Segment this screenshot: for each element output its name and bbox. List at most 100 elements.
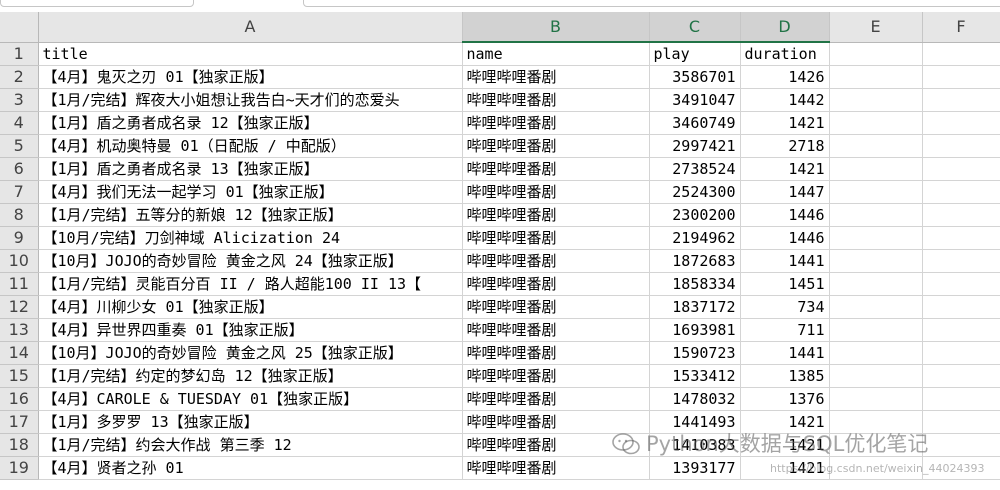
- row-header[interactable]: 8: [0, 203, 39, 227]
- select-all-corner[interactable]: [0, 12, 39, 43]
- cell-b[interactable]: 哔哩哔哩番剧: [462, 157, 650, 181]
- cell-f[interactable]: [922, 295, 1000, 319]
- cell-d[interactable]: 734: [740, 295, 830, 319]
- cell-e[interactable]: [829, 88, 923, 112]
- row-header[interactable]: 16: [0, 387, 39, 411]
- cell-c[interactable]: 1393177: [649, 456, 741, 480]
- cell-e[interactable]: [829, 157, 923, 181]
- row-header[interactable]: 9: [0, 226, 39, 250]
- cell-c[interactable]: 1858334: [649, 272, 741, 296]
- cell-a[interactable]: 【10月/完结】刀剑神域 Alicization 24: [38, 226, 463, 250]
- cell-a[interactable]: 【1月/完结】五等分的新娘 12【独家正版】: [38, 203, 463, 227]
- row-header[interactable]: 19: [0, 456, 39, 480]
- cell-b[interactable]: 哔哩哔哩番剧: [462, 295, 650, 319]
- row-header[interactable]: 13: [0, 318, 39, 342]
- cell-d[interactable]: 1442: [740, 88, 830, 112]
- row-header[interactable]: 6: [0, 157, 39, 181]
- cell-f[interactable]: [922, 387, 1000, 411]
- cell-f[interactable]: [922, 249, 1000, 273]
- cell-b[interactable]: 哔哩哔哩番剧: [462, 65, 650, 89]
- column-header-c[interactable]: C: [649, 12, 741, 43]
- cell-c[interactable]: 1837172: [649, 295, 741, 319]
- cell-b[interactable]: 哔哩哔哩番剧: [462, 341, 650, 365]
- cell-a[interactable]: 【4月】鬼灭之刃 01【独家正版】: [38, 65, 463, 89]
- cell-b[interactable]: name: [462, 42, 650, 66]
- row-header[interactable]: 2: [0, 65, 39, 89]
- cell-b[interactable]: 哔哩哔哩番剧: [462, 180, 650, 204]
- cell-c[interactable]: 3491047: [649, 88, 741, 112]
- row-header[interactable]: 14: [0, 341, 39, 365]
- cell-f[interactable]: [922, 203, 1000, 227]
- cell-d[interactable]: duration: [740, 42, 830, 66]
- cell-d[interactable]: 711: [740, 318, 830, 342]
- cell-b[interactable]: 哔哩哔哩番剧: [462, 226, 650, 250]
- cell-b[interactable]: 哔哩哔哩番剧: [462, 249, 650, 273]
- formula-input[interactable]: [303, 0, 1000, 7]
- cell-a[interactable]: 【4月】我们无法一起学习 01【独家正版】: [38, 180, 463, 204]
- column-header-b[interactable]: B: [462, 12, 650, 43]
- cell-b[interactable]: 哔哩哔哩番剧: [462, 203, 650, 227]
- cell-f[interactable]: [922, 88, 1000, 112]
- cell-a[interactable]: 【4月】川柳少女 01【独家正版】: [38, 295, 463, 319]
- row-header[interactable]: 11: [0, 272, 39, 296]
- cell-d[interactable]: 1441: [740, 249, 830, 273]
- cell-e[interactable]: [829, 249, 923, 273]
- row-header[interactable]: 3: [0, 88, 39, 112]
- column-header-d[interactable]: D: [740, 12, 830, 43]
- cell-a[interactable]: 【4月】机动奥特曼 01（日配版 / 中配版）: [38, 134, 463, 158]
- cell-c[interactable]: 1872683: [649, 249, 741, 273]
- cell-f[interactable]: [922, 157, 1000, 181]
- row-header[interactable]: 10: [0, 249, 39, 273]
- cell-d[interactable]: 1441: [740, 341, 830, 365]
- row-header[interactable]: 5: [0, 134, 39, 158]
- cell-f[interactable]: [922, 111, 1000, 135]
- cell-c[interactable]: 1590723: [649, 341, 741, 365]
- cell-d[interactable]: 1447: [740, 180, 830, 204]
- cell-c[interactable]: 2997421: [649, 134, 741, 158]
- cell-b[interactable]: 哔哩哔哩番剧: [462, 387, 650, 411]
- row-header[interactable]: 1: [0, 42, 39, 66]
- row-header[interactable]: 7: [0, 180, 39, 204]
- cell-e[interactable]: [829, 272, 923, 296]
- cell-b[interactable]: 哔哩哔哩番剧: [462, 456, 650, 480]
- column-header-a[interactable]: A: [38, 12, 463, 43]
- cell-f[interactable]: [922, 410, 1000, 434]
- cell-b[interactable]: 哔哩哔哩番剧: [462, 272, 650, 296]
- cell-b[interactable]: 哔哩哔哩番剧: [462, 364, 650, 388]
- cell-c[interactable]: 3460749: [649, 111, 741, 135]
- cell-a[interactable]: 【4月】异世界四重奏 01【独家正版】: [38, 318, 463, 342]
- cell-e[interactable]: [829, 203, 923, 227]
- cell-e[interactable]: [829, 134, 923, 158]
- cell-f[interactable]: [922, 318, 1000, 342]
- cell-e[interactable]: [829, 65, 923, 89]
- column-header-f[interactable]: F: [922, 12, 1000, 43]
- cell-e[interactable]: [829, 111, 923, 135]
- cell-a[interactable]: 【1月/完结】辉夜大小姐想让我告白~天才们的恋爱头: [38, 88, 463, 112]
- row-header[interactable]: 12: [0, 295, 39, 319]
- column-header-e[interactable]: E: [829, 12, 923, 43]
- cell-d[interactable]: 1446: [740, 226, 830, 250]
- cell-e[interactable]: [829, 295, 923, 319]
- cell-c[interactable]: 2738524: [649, 157, 741, 181]
- cell-b[interactable]: 哔哩哔哩番剧: [462, 134, 650, 158]
- cell-e[interactable]: [829, 387, 923, 411]
- cell-c[interactable]: 3586701: [649, 65, 741, 89]
- cell-f[interactable]: [922, 433, 1000, 457]
- cell-a[interactable]: 【1月/完结】约会大作战 第三季 12: [38, 433, 463, 457]
- cell-c[interactable]: 2194962: [649, 226, 741, 250]
- cell-a[interactable]: 【1月/完结】约定的梦幻岛 12【独家正版】: [38, 364, 463, 388]
- cell-f[interactable]: [922, 341, 1000, 365]
- cell-a[interactable]: 【1月】盾之勇者成名录 13【独家正版】: [38, 157, 463, 181]
- row-header[interactable]: 4: [0, 111, 39, 135]
- cell-f[interactable]: [922, 272, 1000, 296]
- cell-a[interactable]: 【10月】JOJO的奇妙冒险 黄金之风 24【独家正版】: [38, 249, 463, 273]
- cell-a[interactable]: 【1月】盾之勇者成名录 12【独家正版】: [38, 111, 463, 135]
- cell-d[interactable]: 1451: [740, 272, 830, 296]
- cell-e[interactable]: [829, 180, 923, 204]
- cell-e[interactable]: [829, 341, 923, 365]
- cell-f[interactable]: [922, 180, 1000, 204]
- cell-f[interactable]: [922, 42, 1000, 66]
- cell-c[interactable]: 2524300: [649, 180, 741, 204]
- cell-d[interactable]: 1426: [740, 65, 830, 89]
- cell-e[interactable]: [829, 42, 923, 66]
